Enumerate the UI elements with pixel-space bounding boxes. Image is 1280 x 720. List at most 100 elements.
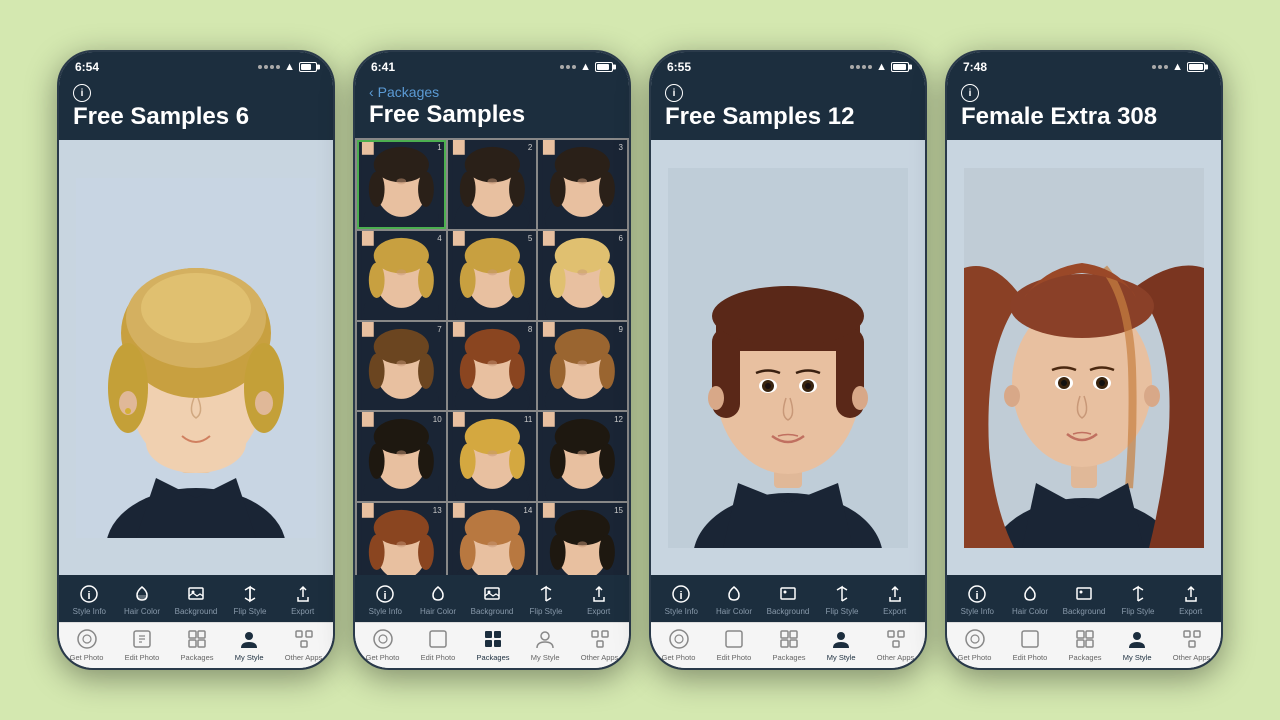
nav-get-photo-label-1: Get Photo — [70, 653, 104, 662]
grid-item-num-8: 8 — [528, 325, 532, 334]
nav-other-apps-1[interactable]: Other Apps — [285, 627, 323, 662]
grid-item-15[interactable]: 15 — [538, 503, 627, 575]
svg-text:i: i — [976, 590, 979, 602]
nav-edit-photo-3[interactable]: Edit Photo — [717, 627, 752, 662]
background-btn-3[interactable]: Background — [767, 583, 810, 616]
nav-packages-1[interactable]: Packages — [181, 627, 214, 662]
grid-item-2[interactable]: 2 — [448, 140, 537, 229]
grid-item-6[interactable]: 6 — [538, 231, 627, 320]
grid-item-num-12: 12 — [614, 415, 623, 424]
nav-my-style-1[interactable]: My Style — [235, 627, 264, 662]
hair-display-3 — [651, 140, 925, 575]
toolbar-2: i Style Info Hair Color Background Flip … — [355, 575, 629, 622]
grid-item-11[interactable]: 11 — [448, 412, 537, 501]
toolbar-3: i Style Info Hair Color Background Flip … — [651, 575, 925, 622]
hair-color-btn-3[interactable]: Hair Color — [714, 583, 754, 616]
hair-display-1 — [59, 140, 333, 575]
grid-item-num-13: 13 — [433, 506, 442, 515]
hair-color-label-1: Hair Color — [124, 607, 160, 616]
bottom-nav-3: Get Photo Edit Photo Packages My Style — [651, 622, 925, 668]
style-info-btn-3[interactable]: i Style Info — [661, 583, 701, 616]
wifi-icon-1: ▲ — [284, 61, 295, 73]
background-btn-2[interactable]: Background — [471, 583, 514, 616]
background-btn-1[interactable]: Background — [175, 583, 218, 616]
grid-item-4[interactable]: 4 — [357, 231, 446, 320]
flip-style-btn-4[interactable]: Flip Style — [1118, 583, 1158, 616]
grid-item-5[interactable]: 5 — [448, 231, 537, 320]
nav-my-style-label-1: My Style — [235, 653, 264, 662]
hair-color-btn-4[interactable]: Hair Color — [1010, 583, 1050, 616]
bottom-nav-2: Get Photo Edit Photo Packages My Style — [355, 622, 629, 668]
svg-text:i: i — [384, 590, 387, 602]
grid-item-10[interactable]: 10 — [357, 412, 446, 501]
nav-other-apps-3[interactable]: Other Apps — [877, 627, 915, 662]
status-bar-3: 6:55 ▲ — [651, 52, 925, 78]
nav-my-style-3[interactable]: My Style — [827, 627, 856, 662]
nav-my-style-4[interactable]: My Style — [1123, 627, 1152, 662]
main-display-1 — [59, 140, 333, 575]
export-btn-4[interactable]: Export — [1171, 583, 1211, 616]
nav-edit-photo-label-1: Edit Photo — [125, 653, 160, 662]
hair-color-btn-2[interactable]: Hair Color — [418, 583, 458, 616]
style-info-btn-1[interactable]: i Style Info — [69, 583, 109, 616]
nav-get-photo-3[interactable]: Get Photo — [662, 627, 696, 662]
export-btn-1[interactable]: Export — [283, 583, 323, 616]
style-info-label-1: Style Info — [73, 607, 106, 616]
hair-color-btn-1[interactable]: Hair Color — [122, 583, 162, 616]
grid-item-1[interactable]: 1 — [357, 140, 446, 229]
main-grid-2: 1 2 3 — [355, 138, 629, 575]
nav-get-photo-4[interactable]: Get Photo — [958, 627, 992, 662]
grid-item-8[interactable]: 8 — [448, 322, 537, 411]
nav-edit-photo-4[interactable]: Edit Photo — [1013, 627, 1048, 662]
nav-other-apps-4[interactable]: Other Apps — [1173, 627, 1211, 662]
export-btn-3[interactable]: Export — [875, 583, 915, 616]
grid-item-num-3: 3 — [619, 143, 623, 152]
nav-my-style-2[interactable]: My Style — [531, 627, 560, 662]
grid-item-num-5: 5 — [528, 234, 532, 243]
header-2: ‹ Packages Free Samples — [355, 78, 629, 138]
status-bar-1: 6:54 ▲ — [59, 52, 333, 78]
toolbar-row-1: i Style Info Hair Color B — [59, 581, 333, 618]
grid-item-13[interactable]: 13 — [357, 503, 446, 575]
nav-edit-photo-2[interactable]: Edit Photo — [421, 627, 456, 662]
status-bar-2: 6:41 ▲ — [355, 52, 629, 78]
nav-packages-4[interactable]: Packages — [1069, 627, 1102, 662]
background-btn-4[interactable]: Background — [1063, 583, 1106, 616]
grid-item-3[interactable]: 3 — [538, 140, 627, 229]
grid-item-9[interactable]: 9 — [538, 322, 627, 411]
nav-packages-3[interactable]: Packages — [773, 627, 806, 662]
grid-item-num-2: 2 — [528, 143, 532, 152]
grid-item-num-4: 4 — [437, 234, 441, 243]
main-display-4 — [947, 140, 1221, 575]
nav-get-photo-2[interactable]: Get Photo — [366, 627, 400, 662]
grid-item-14[interactable]: 14 — [448, 503, 537, 575]
flip-style-btn-3[interactable]: Flip Style — [822, 583, 862, 616]
grid-item-12[interactable]: 12 — [538, 412, 627, 501]
nav-get-photo-1[interactable]: Get Photo — [70, 627, 104, 662]
phones-container: 6:54 ▲ i Free Samples 6 — [37, 30, 1243, 690]
export-label-1: Export — [291, 607, 314, 616]
phone-4: 7:48 ▲ i Female Extra 308 — [945, 50, 1223, 670]
nav-packages-2[interactable]: Packages — [477, 627, 510, 662]
style-info-btn-4[interactable]: i Style Info — [957, 583, 997, 616]
toolbar-4: i Style Info Hair Color Background Flip … — [947, 575, 1221, 622]
grid-item-7[interactable]: 7 — [357, 322, 446, 411]
info-icon-3[interactable]: i — [665, 84, 683, 102]
grid-item-num-11: 11 — [524, 415, 532, 424]
info-icon-4[interactable]: i — [961, 84, 979, 102]
style-info-btn-2[interactable]: i Style Info — [365, 583, 405, 616]
back-label-2[interactable]: Packages — [378, 84, 439, 100]
export-btn-2[interactable]: Export — [579, 583, 619, 616]
grid-scroll-2[interactable]: 1 2 3 — [355, 138, 629, 575]
phone-1: 6:54 ▲ i Free Samples 6 — [57, 50, 335, 670]
nav-edit-photo-1[interactable]: Edit Photo — [125, 627, 160, 662]
status-icons-1: ▲ — [258, 61, 317, 73]
flip-style-btn-2[interactable]: Flip Style — [526, 583, 566, 616]
flip-style-btn-1[interactable]: Flip Style — [230, 583, 270, 616]
back-chevron-2[interactable]: ‹ — [369, 84, 374, 100]
grid-item-num-7: 7 — [437, 325, 441, 334]
nav-other-apps-2[interactable]: Other Apps — [581, 627, 619, 662]
header-4: i Female Extra 308 — [947, 78, 1221, 140]
info-icon-1[interactable]: i — [73, 84, 91, 102]
time-1: 6:54 — [75, 60, 99, 74]
